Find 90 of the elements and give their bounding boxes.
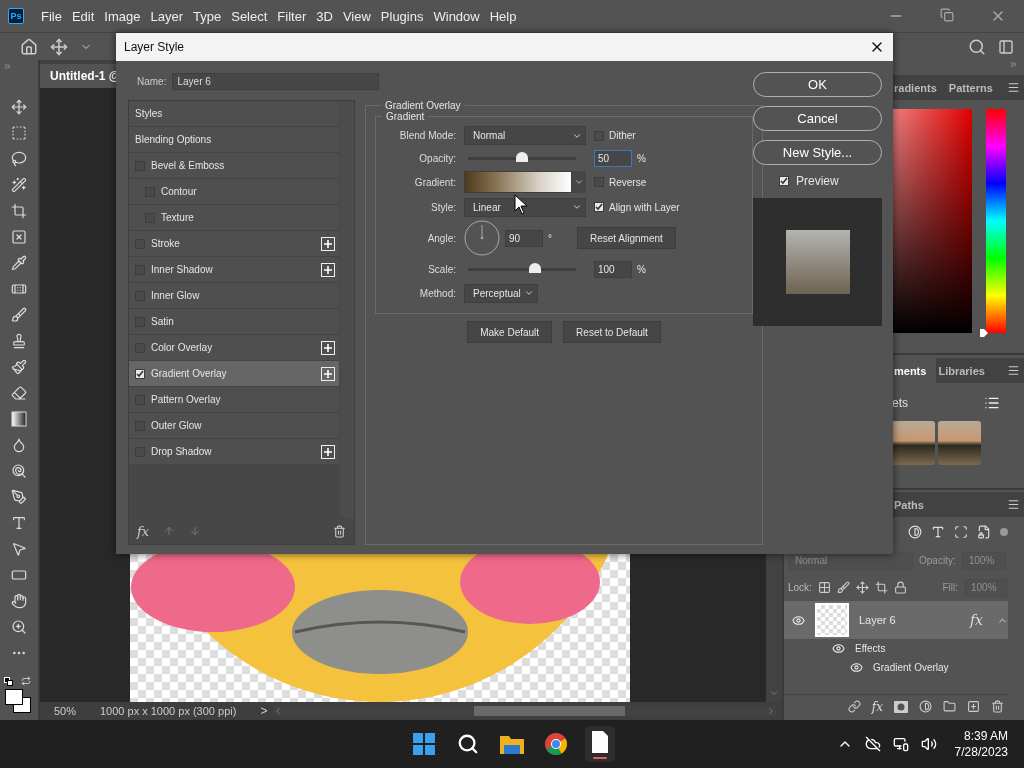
field-label: Angle: [426,232,456,244]
checkbox-label: Dither [609,130,636,141]
style-select[interactable]: Linear [464,197,586,217]
field-label: Blend Mode: [398,130,456,141]
style-item[interactable]: Texture [129,205,340,231]
effects-label: Effects [855,643,886,654]
dialog-button[interactable]: OK [753,72,882,97]
field-label: Scale: [427,263,456,275]
style-label: Drop Shadow [151,446,212,457]
panel-tab[interactable]: Libraries [936,358,995,383]
panel-tab[interactable]: ments [892,358,937,383]
style-item[interactable]: Gradient Overlay [129,361,340,387]
menu-item[interactable]: Help [484,8,522,24]
section-heading: ets [892,396,908,410]
section-title: Gradient Overlay [384,100,462,111]
menu-item[interactable]: View [337,8,376,24]
make-default-button[interactable]: Make Default [467,321,553,343]
zoom-level: 50% [53,705,78,717]
panel-tab[interactable]: Patterns [946,75,1003,100]
clock[interactable]: 8:39 AM 7/28/2023 [954,729,1008,759]
opacity-label: Opacity: [919,555,956,566]
style-label: Inner Glow [151,290,200,301]
reset-alignment-button[interactable]: Reset Alignment [577,227,676,249]
blend-mode-select[interactable]: Normal [464,126,586,145]
dialog-button[interactable]: New Style... [753,140,882,165]
menu-item[interactable]: Type [188,8,227,24]
style-item[interactable]: Drop Shadow [129,439,340,465]
menu-item[interactable]: 3D [311,8,338,24]
menu-item[interactable]: Edit [66,8,100,24]
effect-label: Gradient Overlay [873,662,949,673]
document-info: 1000 px x 1000 px (300 ppi) [100,705,237,717]
style-label: Gradient Overlay [151,368,227,379]
style-item[interactable]: Satin [129,309,340,335]
style-item[interactable]: Inner Shadow [129,257,340,283]
checkbox-label: Preview [796,174,839,188]
checkbox-label: Align with Layer [609,201,680,213]
style-item[interactable]: Pattern Overlay [129,387,340,413]
style-item[interactable]: Contour [129,179,340,205]
reset-to-default-button[interactable]: Reset to Default [563,321,661,343]
lock-label: Lock: [788,582,812,593]
style-label: Color Overlay [151,342,213,353]
field-label: Method: [418,287,456,299]
panel-tab[interactable]: radients [892,75,947,100]
time: 8:39 AM [963,729,1008,743]
menu-item[interactable]: Layer [145,8,189,24]
method-select[interactable]: Perceptual [464,283,538,303]
style-item[interactable]: Styles [129,101,340,127]
style-item[interactable]: Blending Options [129,127,340,153]
field-label: Style: [430,201,456,213]
style-label: Satin [151,316,174,327]
style-item[interactable]: Outer Glow [129,413,340,439]
style-item[interactable]: Inner Glow [129,283,340,309]
scale-field[interactable]: 100 [594,260,632,278]
style-item[interactable]: Bevel & Emboss [129,153,340,179]
panel-tab[interactable]: Paths [892,492,934,517]
style-label: Pattern Overlay [151,394,221,405]
menu-item[interactable]: Image [99,8,146,24]
field-label: Gradient: [413,176,456,188]
style-item[interactable]: Color Overlay [129,335,340,361]
style-label: Stroke [151,238,180,249]
unit-label: % [637,263,646,275]
info-arrow[interactable]: > [260,704,268,718]
unit-label: % [637,152,646,164]
style-label: Outer Glow [151,420,202,431]
layer-name: Layer 6 [859,614,896,626]
checkbox-label: Reverse [609,176,647,188]
menu-item[interactable]: Filter [272,8,312,24]
fx-label: fx [969,612,983,628]
name-field[interactable]: Layer 6 [172,72,380,90]
style-label: Bevel & Emboss [151,160,225,171]
menu-item[interactable]: Plugins [375,8,429,24]
fill-label: Fill: [942,582,958,593]
app-logo: Ps [8,8,24,24]
opacity-field[interactable]: 50 [594,149,632,167]
style-label: Contour [161,186,197,197]
name-label: Name: [137,75,167,87]
degree-label: ° [548,232,552,244]
menu-item[interactable]: Window [428,8,485,24]
fx-button[interactable]: fx [137,523,150,539]
field-label: Opacity: [418,152,456,164]
menu-item[interactable]: Select [226,8,273,24]
dialog-button[interactable]: Cancel [753,106,882,131]
style-label: Inner Shadow [151,264,213,275]
style-label: Texture [161,212,194,223]
angle-field[interactable]: 90 [505,229,543,247]
dialog-title: Layer Style [124,40,185,54]
style-item[interactable]: Stroke [129,231,340,257]
menu-item[interactable]: File [36,8,67,24]
date: 7/28/2023 [954,745,1008,759]
group-title: Gradient [385,111,426,122]
